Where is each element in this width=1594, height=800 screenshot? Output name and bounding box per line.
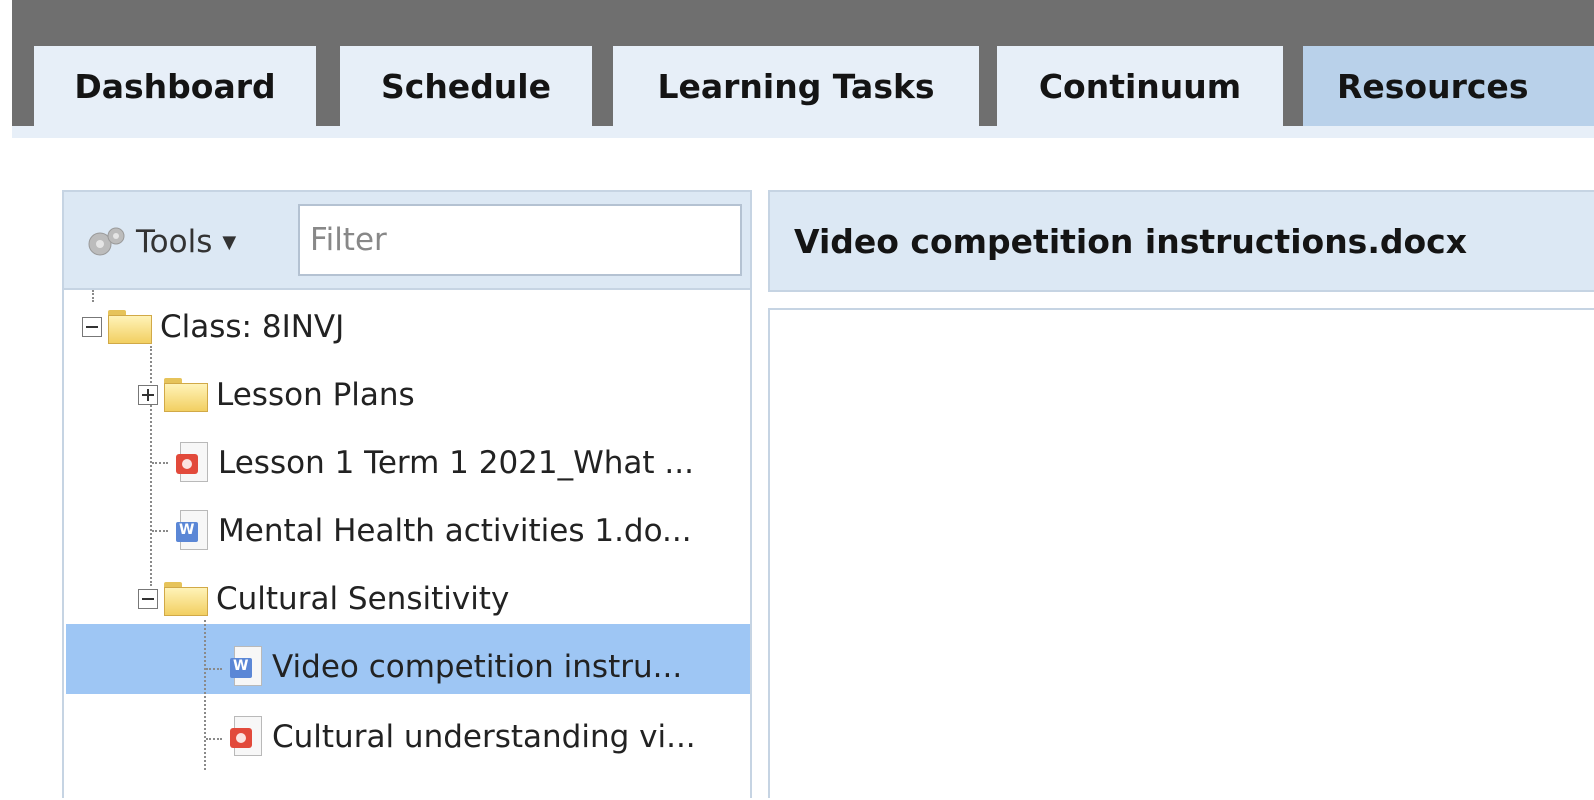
tree-connector — [206, 668, 222, 670]
tree-toolbar: Tools ▼ — [64, 192, 750, 290]
collapse-icon[interactable] — [138, 589, 158, 609]
document-preview-area — [768, 308, 1594, 798]
tree-node-label: Cultural understanding vi... — [272, 719, 696, 755]
tree-node-lesson-plans[interactable]: Lesson Plans — [138, 362, 415, 428]
collapse-icon[interactable] — [82, 317, 102, 337]
word-doc-icon — [230, 646, 264, 688]
folder-icon — [164, 378, 208, 412]
tab-dashboard[interactable]: Dashboard — [34, 46, 316, 126]
resource-tree: Class: 8INVJ Lesson Plans Lesson 1 Term … — [64, 290, 750, 800]
tree-node-root[interactable]: Class: 8INVJ — [82, 294, 344, 360]
tree-node-label: Video competition instru... — [272, 649, 683, 685]
dropdown-caret-icon: ▼ — [222, 231, 237, 253]
tree-node-label: Class: 8INVJ — [160, 309, 345, 345]
gear-icon — [88, 227, 125, 256]
tree-node-label: Cultural Sensitivity — [216, 581, 510, 617]
tab-learning-tasks[interactable]: Learning Tasks — [613, 46, 979, 126]
expand-icon[interactable] — [138, 385, 158, 405]
document-title-bar: Video competition instructions.docx — [768, 190, 1594, 292]
tools-label: Tools — [136, 224, 213, 260]
tree-node-label: Mental Health activities 1.do... — [218, 513, 692, 549]
folder-icon — [164, 582, 208, 616]
powerpoint-icon — [176, 442, 210, 484]
tab-schedule[interactable]: Schedule — [340, 46, 592, 126]
word-doc-icon — [176, 510, 210, 552]
folder-icon — [108, 310, 152, 344]
document-title: Video competition instructions.docx — [794, 221, 1468, 261]
tools-menu-button[interactable]: Tools ▼ — [82, 220, 236, 264]
tree-connector — [152, 462, 168, 464]
tree-connector — [204, 620, 206, 770]
tree-node-label: Lesson Plans — [216, 377, 415, 413]
tab-continuum[interactable]: Continuum — [997, 46, 1283, 126]
tree-node-cultural-sensitivity[interactable]: Cultural Sensitivity — [138, 566, 509, 632]
tree-node-file[interactable]: Mental Health activities 1.do... — [168, 498, 692, 564]
tree-connector — [206, 738, 222, 740]
tree-node-file[interactable]: Lesson 1 Term 1 2021_What ... — [168, 430, 694, 496]
tab-underline — [12, 126, 1594, 138]
resource-tree-panel: Tools ▼ Class: 8INVJ Lesson Plans L — [62, 190, 752, 798]
tree-node-label: Lesson 1 Term 1 2021_What ... — [218, 445, 694, 481]
tree-node-file[interactable]: Cultural understanding vi... — [222, 704, 696, 770]
tree-node-file-selected[interactable]: Video competition instru... — [222, 634, 682, 700]
filter-input[interactable] — [298, 204, 742, 276]
tree-connector — [152, 530, 168, 532]
tab-resources[interactable]: Resources — [1303, 46, 1594, 126]
powerpoint-icon — [230, 716, 264, 758]
